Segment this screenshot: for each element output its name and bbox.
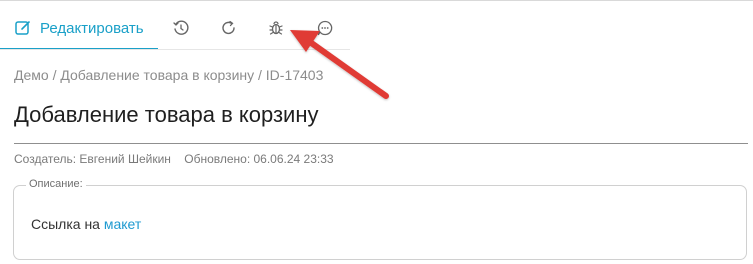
author-text: Создатель: Евгений Шейкин [14,152,171,166]
refresh-icon [222,20,235,35]
tab-bar-divider [0,49,350,50]
history-icon [173,20,189,35]
tab-edit-label: Редактировать [40,19,144,37]
tab-edit[interactable]: Редактировать [14,6,144,50]
mockup-link[interactable]: макет [104,216,141,232]
description-field: Описание: Ссылка на макет [13,178,747,260]
description-prefix: Ссылка на [31,216,104,232]
breadcrumb[interactable]: Демо / Добавление товара в корзину / ID-… [14,67,323,83]
page-title: Добавление товара в корзину [14,102,319,127]
tab-comment[interactable] [316,6,334,50]
bug-icon [269,21,283,35]
tab-bug[interactable] [267,6,285,50]
title-divider [14,143,748,144]
description-text: Ссылка на макет [31,216,141,232]
top-divider [0,0,753,1]
updated-text: Обновлено: 06.06.24 23:33 [184,152,334,166]
meta-info: Создатель: Евгений Шейкин Обновлено: 06.… [14,152,334,166]
description-legend: Описание: [26,178,86,190]
edit-icon [15,21,30,35]
tab-history[interactable] [172,6,190,50]
tab-refresh[interactable] [220,6,238,50]
tab-bar: Редактировать [0,6,350,50]
comment-icon [317,20,333,36]
